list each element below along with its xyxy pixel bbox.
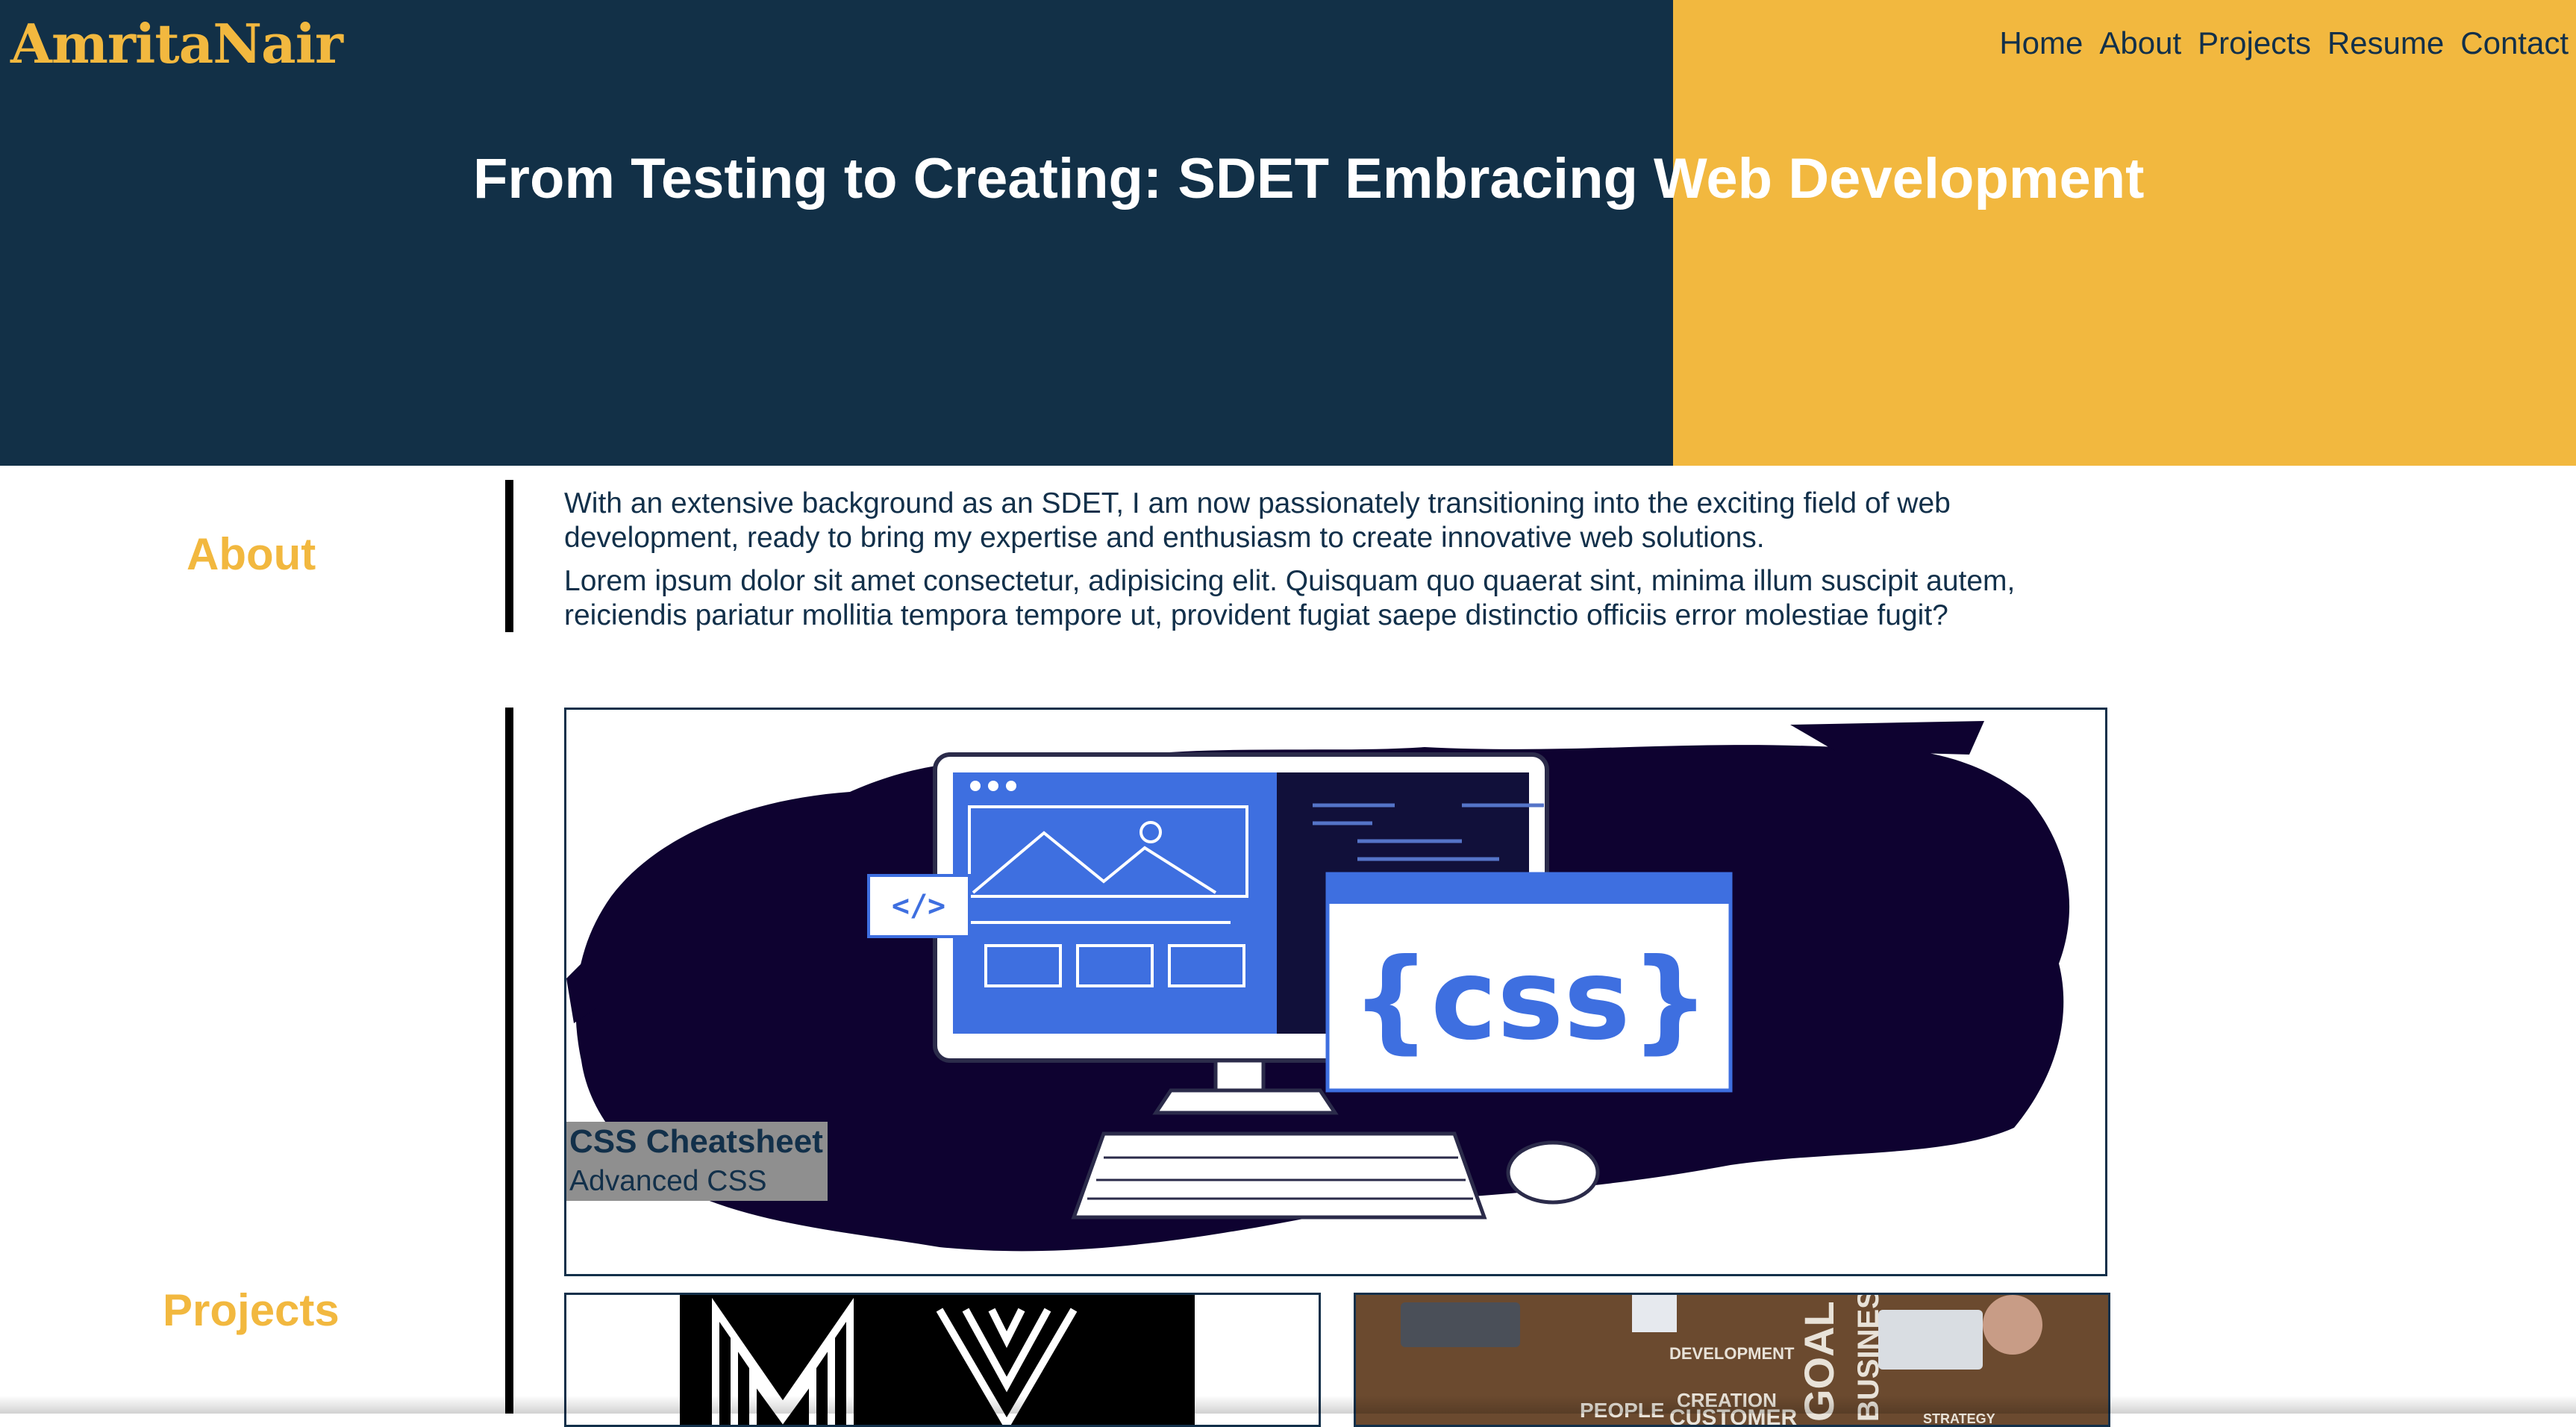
nav-home[interactable]: Home [1999, 25, 2083, 61]
about-paragraph-2: Lorem ipsum dolor sit amet consectetur, … [564, 565, 2016, 631]
keyboard-illustration [1071, 1131, 1487, 1220]
css-label-text: {css} [1351, 935, 1710, 1065]
project-caption: CSS Cheatsheet Advanced CSS [566, 1122, 828, 1201]
about-section-label: About [187, 529, 316, 579]
projects-section-label: Projects [163, 1285, 340, 1335]
nav-contact[interactable]: Contact [2460, 25, 2569, 61]
hero-title: From Testing to Creating: SDET Embracing… [473, 147, 2145, 210]
project-card-css-cheatsheet[interactable]: </> {css} CSS Cheatsheet Advanced CSS [564, 708, 2107, 1276]
main-nav: Home About Projects Resume Contact [1999, 25, 2569, 61]
hero-accent-panel [1673, 0, 2576, 466]
project-title: CSS Cheatsheet [569, 1123, 823, 1160]
project-subtitle: Advanced CSS [569, 1165, 767, 1197]
code-tag-text: </> [892, 889, 945, 923]
about-text: With an extensive background as an SDET,… [564, 487, 2079, 642]
svg-text:DEVELOPMENT: DEVELOPMENT [1669, 1344, 1795, 1363]
hero-banner: AmritaNair Home About Projects Resume Co… [0, 0, 2576, 466]
code-tag-badge: </> [867, 874, 971, 938]
nav-resume[interactable]: Resume [2328, 25, 2444, 61]
nav-about[interactable]: About [2099, 25, 2181, 61]
site-logo[interactable]: AmritaNair [10, 12, 343, 75]
bottom-shadow [0, 1396, 2576, 1414]
mouse-illustration [1506, 1140, 1600, 1205]
projects-divider [505, 708, 513, 1414]
about-divider [505, 480, 513, 632]
nav-projects[interactable]: Projects [2198, 25, 2311, 61]
about-paragraph-1: With an extensive background as an SDET,… [564, 487, 1951, 554]
css-window: {css} [1325, 872, 1733, 1093]
